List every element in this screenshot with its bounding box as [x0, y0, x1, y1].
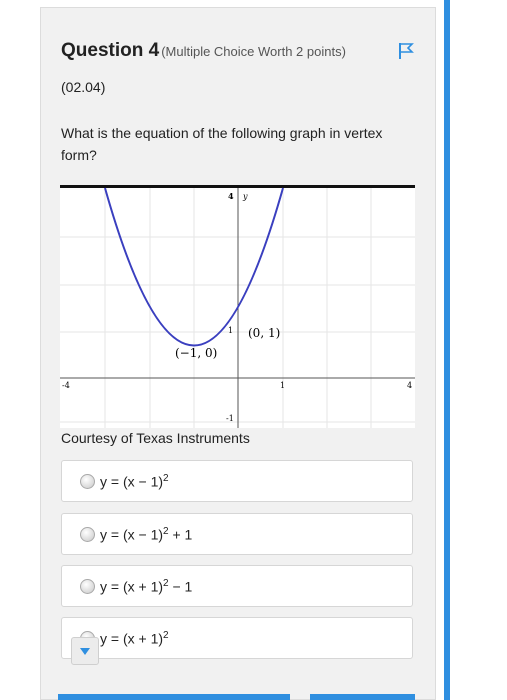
question-title: Question 4 [61, 40, 160, 61]
choice-2[interactable]: y = (x − 1)2 + 1 [61, 513, 413, 555]
question-meta: (Multiple Choice Worth 2 points) [161, 43, 346, 59]
point-label-b: (−1, 0) [175, 346, 217, 360]
choice-1[interactable]: y = (x − 1)2 [61, 460, 413, 502]
caret-down-icon [80, 647, 90, 655]
point-label-a: (0, 1) [248, 326, 280, 340]
radio-icon[interactable] [80, 473, 95, 489]
choice-1-text: y = (x − 1)2 [100, 472, 169, 490]
choice-4[interactable]: y = (x + 1)2 [61, 617, 413, 659]
bottom-nav-bar-right[interactable] [310, 694, 415, 700]
scrollbar-track[interactable] [444, 0, 450, 700]
tick-x-1: 1 [280, 381, 285, 390]
expand-button[interactable] [71, 637, 99, 665]
tick-y-top: 4 [228, 191, 234, 201]
radio-icon[interactable] [80, 526, 95, 542]
choice-4-text: y = (x + 1)2 [100, 629, 169, 647]
y-axis-label: y [242, 192, 248, 201]
choice-3[interactable]: y = (x + 1)2 − 1 [61, 565, 413, 607]
choice-2-text: y = (x − 1)2 + 1 [100, 525, 193, 543]
tick-y-1: 1 [228, 326, 233, 335]
tick-x-neg: -4 [62, 381, 70, 390]
question-header: Question 4 (Multiple Choice Worth 2 poin… [61, 40, 346, 62]
tick-x-4: 4 [407, 381, 412, 390]
tick-y-neg1: -1 [226, 414, 234, 423]
bottom-nav-bar-left[interactable] [58, 694, 290, 700]
radio-icon[interactable] [80, 578, 95, 594]
flag-icon[interactable] [398, 42, 414, 60]
choice-3-text: y = (x + 1)2 − 1 [100, 577, 193, 595]
parabola-graph: 4 y 1 -1 -4 1 4 (0, 1) (−1, 0) [60, 185, 415, 428]
courtesy-note: Courtesy of Texas Instruments [61, 430, 250, 446]
question-prompt: What is the equation of the following gr… [61, 125, 383, 163]
question-code: (02.04) [61, 79, 106, 95]
